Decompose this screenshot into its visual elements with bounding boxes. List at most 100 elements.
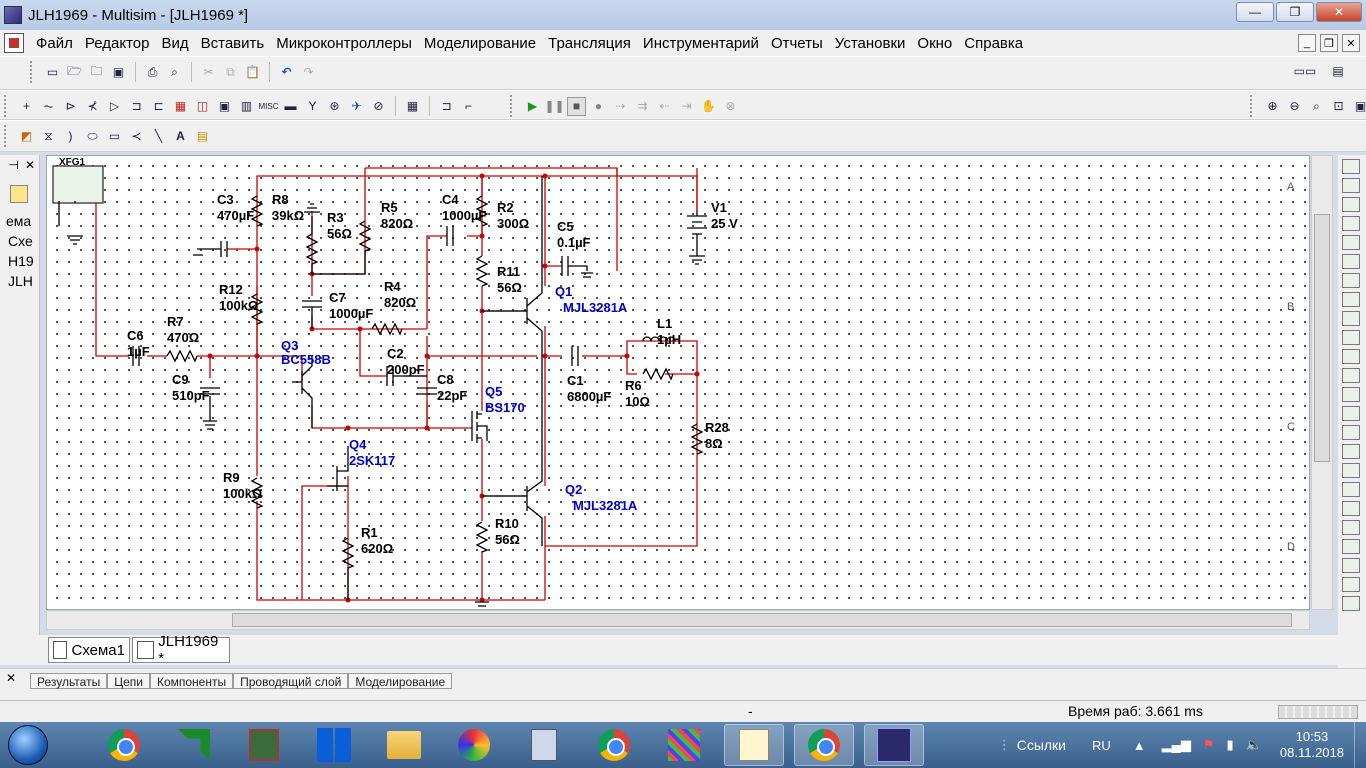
paste-icon[interactable]: 📋 [243, 63, 262, 82]
component-value-label[interactable]: 300Ω [497, 216, 529, 231]
zoom-out-icon[interactable]: ⊖ [1285, 97, 1304, 116]
menu-tools[interactable]: Инструментарий [637, 35, 765, 52]
taskbar-app-2[interactable] [654, 724, 714, 766]
step-over-icon[interactable]: ⇉ [633, 97, 652, 116]
spreadsheet-close-icon[interactable]: ✕ [6, 671, 16, 685]
component-ref-label[interactable]: R4 [384, 279, 401, 294]
component-ref-label[interactable]: R7 [167, 314, 184, 329]
component-value-label[interactable]: 22pF [437, 388, 467, 403]
clock[interactable]: 10:53 08.11.2018 [1280, 729, 1344, 761]
component-ref-label[interactable]: R6 [625, 378, 642, 393]
doc-restore-button[interactable]: ❐ [1320, 34, 1338, 52]
links-toolbar[interactable]: Ссылки [1017, 737, 1066, 753]
taskbar-paint[interactable] [444, 724, 504, 766]
taskbar-chrome[interactable] [94, 724, 154, 766]
mixed-icon[interactable]: ▥ [237, 97, 256, 116]
instrument-icon[interactable] [1342, 368, 1360, 383]
indicator-icon[interactable]: ▬ [281, 97, 300, 116]
component-value-label[interactable]: 100kΩ [219, 298, 258, 313]
component-ref-label[interactable]: R9 [223, 470, 240, 485]
toggle-view-icon[interactable]: ▭▭ [1290, 61, 1320, 80]
instrument-icon[interactable] [1342, 254, 1360, 269]
component-value-label[interactable]: 470Ω [167, 330, 199, 345]
run-icon[interactable]: ▶ [523, 97, 542, 116]
menu-transfer[interactable]: Трансляция [542, 35, 637, 52]
taskbar-amd[interactable] [164, 724, 224, 766]
component-ref-label[interactable]: R5 [381, 200, 398, 215]
taskbar-chrome-3[interactable] [794, 724, 854, 766]
document-icon[interactable] [4, 33, 24, 53]
toolbar-grip[interactable] [30, 61, 34, 83]
component-ref-label[interactable]: C5 [557, 219, 574, 234]
component-value-label[interactable]: 620Ω [361, 541, 393, 556]
place-bus-icon[interactable]: ⊐ [437, 97, 456, 116]
taskbar-explorer[interactable] [374, 724, 434, 766]
sigma-icon[interactable]: ⧖ [39, 127, 58, 146]
comment-icon[interactable]: ▤ [193, 127, 212, 146]
component-value-label[interactable]: 820Ω [381, 216, 413, 231]
component-ref-label[interactable]: Q3 [281, 338, 298, 353]
flag-icon[interactable]: ⚑ [1203, 737, 1215, 753]
text-icon[interactable]: A [171, 127, 190, 146]
taskbar-calculator[interactable] [514, 724, 574, 766]
tab-components[interactable]: Компоненты [149, 673, 234, 689]
new-icon[interactable]: ▭ [43, 63, 62, 82]
component-value-label[interactable]: 25 V [711, 216, 738, 231]
language-indicator[interactable]: RU [1092, 738, 1111, 753]
instrument-icon[interactable] [1342, 463, 1360, 478]
component-value-label[interactable]: 56Ω [495, 532, 520, 547]
component-value-label[interactable]: 1000µF [442, 208, 486, 223]
advanced-peripherals-icon[interactable]: ◫ [193, 97, 212, 116]
print-preview-icon[interactable]: ⌕ [165, 63, 184, 82]
hierarchical-icon[interactable]: ⊘ [369, 97, 388, 116]
component-ref-label[interactable]: R10 [495, 516, 519, 531]
instrument-icon[interactable] [1342, 425, 1360, 440]
schematic-drawing[interactable]: C3470µFR839kΩ R356ΩR5820ΩC41000µFR2300Ω C5… [47, 156, 1310, 610]
toolbox-tree[interactable]: ема Схе H19 JLH [0, 211, 39, 291]
taskbar-windows-apps[interactable] [304, 724, 364, 766]
battery-icon[interactable]: ▮ [1227, 737, 1234, 753]
component-value-label[interactable]: 10Ω [625, 394, 650, 409]
tree-item[interactable]: JLH [0, 271, 39, 291]
wire-icon[interactable]: ⌐ [459, 97, 478, 116]
component-ref-label[interactable]: Q1 [555, 284, 572, 299]
ttl-icon[interactable]: ⊐ [127, 97, 146, 116]
toolbar-grip[interactable] [1250, 95, 1254, 117]
tab-results[interactable]: Результаты [30, 673, 108, 689]
copy-icon[interactable]: ⧉ [221, 63, 240, 82]
toolbar-grip[interactable] [4, 125, 8, 147]
component-value-label[interactable]: 100kΩ [223, 486, 262, 501]
component-ref-label[interactable]: R12 [219, 282, 243, 297]
line-icon[interactable]: ╲ [149, 127, 168, 146]
tab-sheet1[interactable]: Схема1 [48, 637, 130, 663]
instrument-icon[interactable] [1342, 216, 1360, 231]
instrument-icon[interactable] [1342, 577, 1360, 592]
component-value-label[interactable]: BS170 [485, 400, 525, 415]
power-icon[interactable]: ⊛ [325, 97, 344, 116]
component-ref-label[interactable]: C1 [567, 373, 584, 388]
basic-icon[interactable]: ⏦ [39, 97, 58, 116]
component-ref-label[interactable]: R2 [497, 200, 514, 215]
step-out-icon[interactable]: ⇠ [655, 97, 674, 116]
pause-icon[interactable]: ❚❚ [544, 97, 564, 116]
taskbar-notepad[interactable] [724, 724, 784, 766]
ladder-icon[interactable]: ▦ [403, 97, 422, 116]
component-value-label[interactable]: 200pF [387, 362, 425, 377]
component-ref-label[interactable]: L1 [657, 316, 672, 331]
save-icon[interactable]: ▣ [109, 63, 128, 82]
horizontal-scroll-thumb[interactable] [232, 613, 1292, 627]
tab-copper-layers[interactable]: Проводящий слой [233, 673, 349, 689]
step-into-icon[interactable]: ⇢ [611, 97, 630, 116]
component-value-label[interactable]: 39kΩ [272, 208, 304, 223]
instrument-icon[interactable] [1342, 596, 1360, 611]
component-ref-label[interactable]: R1 [361, 525, 378, 540]
instrument-icon[interactable] [1342, 444, 1360, 459]
tab-nets[interactable]: Цепи [107, 673, 150, 689]
arc-icon[interactable]: ) [61, 127, 80, 146]
components[interactable] [52, 165, 707, 607]
tree-item[interactable]: Схе [0, 231, 39, 251]
zoom-fit-icon[interactable]: ⊡ [1329, 97, 1348, 116]
full-screen-icon[interactable]: ▣ [1351, 97, 1366, 116]
instrument-icon[interactable] [1342, 273, 1360, 288]
pin-icon[interactable]: ⊣ [8, 158, 18, 172]
